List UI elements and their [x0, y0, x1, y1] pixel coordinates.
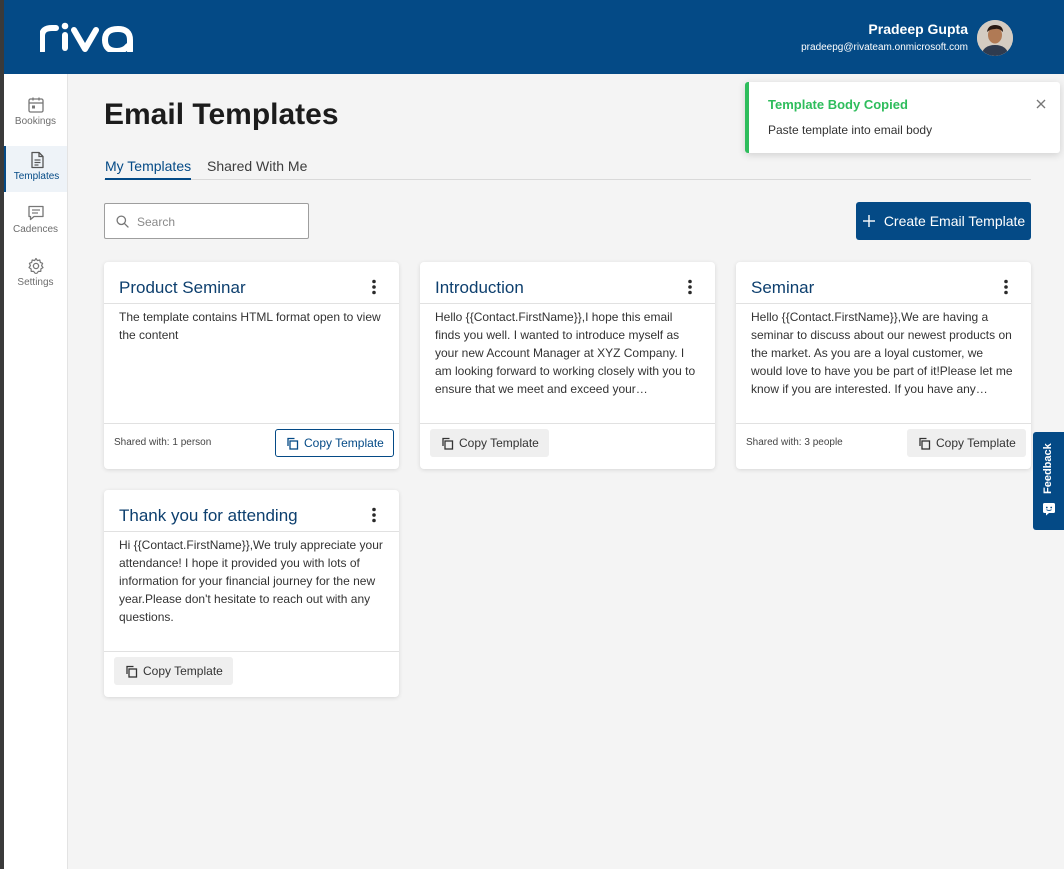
copy-icon [126, 665, 138, 678]
message-icon [27, 205, 44, 221]
toast-close-button[interactable] [1036, 96, 1046, 114]
sidebar-item-label: Cadences [12, 224, 59, 235]
feedback-icon [1043, 503, 1055, 516]
card-divider [104, 423, 399, 424]
create-email-template-button[interactable]: Create Email Template [856, 202, 1031, 240]
kebab-menu-icon [372, 279, 376, 295]
card-divider [736, 303, 1031, 304]
card-title[interactable]: Introduction [435, 278, 524, 298]
copy-icon [919, 437, 931, 450]
create-button-label: Create Email Template [883, 213, 1026, 229]
page-title: Email Templates [104, 98, 339, 131]
copy-template-label: Copy Template [459, 436, 539, 450]
sidebar: Bookings Templates Cadences Settings [4, 74, 68, 869]
card-title[interactable]: Seminar [751, 278, 814, 298]
sidebar-item-label: Templates [13, 171, 60, 182]
copy-template-button[interactable]: Copy Template [907, 429, 1026, 457]
card-body: The template contains HTML format open t… [119, 310, 381, 342]
calendar-icon [27, 97, 44, 113]
copy-template-button[interactable]: Copy Template [430, 429, 549, 457]
tab-my-templates[interactable]: My Templates [105, 158, 192, 180]
card-divider [420, 423, 715, 424]
tab-bar: My Templates Shared With Me [104, 155, 1031, 180]
kebab-menu-icon [1004, 279, 1008, 295]
riva-logo-icon [39, 22, 133, 55]
tab-shared-with-me[interactable]: Shared With Me [207, 158, 307, 174]
more-options-button[interactable] [1003, 279, 1009, 300]
more-options-button[interactable] [687, 279, 693, 300]
shared-with-label: Shared with: 1 person [114, 437, 212, 448]
feedback-tab[interactable]: Feedback [1033, 432, 1064, 530]
card-divider [736, 423, 1031, 424]
search-input[interactable] [137, 212, 302, 232]
copy-icon [442, 437, 454, 450]
avatar-image [977, 20, 1013, 56]
copy-template-label: Copy Template [143, 664, 223, 678]
copy-icon [287, 437, 299, 450]
more-options-button[interactable] [371, 279, 377, 300]
search-box [104, 203, 309, 239]
search-icon [116, 215, 129, 228]
more-options-button[interactable] [371, 507, 377, 528]
sidebar-item-templates[interactable]: Templates [4, 146, 67, 192]
copy-template-label: Copy Template [304, 436, 384, 450]
template-card-product-seminar[interactable]: Product Seminar The template contains HT… [104, 262, 399, 469]
card-title[interactable]: Thank you for attending [119, 506, 298, 526]
toast-message: Paste template into email body [768, 123, 933, 137]
copy-template-button[interactable]: Copy Template [275, 429, 394, 457]
sidebar-item-label: Bookings [14, 116, 57, 127]
card-body: Hi {{Contact.FirstName}},We truly apprec… [119, 538, 383, 624]
kebab-menu-icon [372, 507, 376, 523]
close-icon [1036, 99, 1046, 109]
document-icon [30, 151, 44, 169]
card-title[interactable]: Product Seminar [119, 278, 246, 298]
riva-logo[interactable] [39, 22, 140, 57]
copy-template-button[interactable]: Copy Template [114, 657, 233, 685]
sidebar-item-bookings[interactable]: Bookings [4, 96, 67, 142]
card-divider [104, 303, 399, 304]
app-header: Pradeep Gupta pradeepg@rivateam.onmicros… [4, 0, 1064, 74]
sidebar-item-label: Settings [17, 277, 54, 288]
copy-template-label: Copy Template [936, 436, 1016, 450]
kebab-menu-icon [688, 279, 692, 295]
shared-with-label: Shared with: 3 people [746, 437, 843, 448]
user-name: Pradeep Gupta [868, 21, 968, 37]
gear-icon [27, 257, 44, 274]
user-email: pradeepg@rivateam.onmicrosoft.com [801, 42, 968, 53]
avatar[interactable] [977, 20, 1013, 56]
card-body: Hello {{Contact.FirstName}},I hope this … [435, 310, 696, 396]
template-card-seminar[interactable]: Seminar Hello {{Contact.FirstName}},We a… [736, 262, 1031, 469]
card-divider [104, 651, 399, 652]
card-divider [104, 531, 399, 532]
sidebar-item-cadences[interactable]: Cadences [4, 204, 67, 250]
feedback-label: Feedback [1042, 443, 1054, 494]
card-body: Hello {{Contact.FirstName}},We are havin… [751, 310, 1013, 396]
toast-notification: Template Body Copied Paste template into… [745, 82, 1060, 153]
template-card-introduction[interactable]: Introduction Hello {{Contact.FirstName}}… [420, 262, 715, 469]
plus-icon [862, 215, 875, 227]
template-card-thank-you[interactable]: Thank you for attending Hi {{Contact.Fir… [104, 490, 399, 697]
sidebar-item-settings[interactable]: Settings [4, 257, 67, 303]
card-divider [420, 303, 715, 304]
toast-title: Template Body Copied [768, 97, 908, 112]
